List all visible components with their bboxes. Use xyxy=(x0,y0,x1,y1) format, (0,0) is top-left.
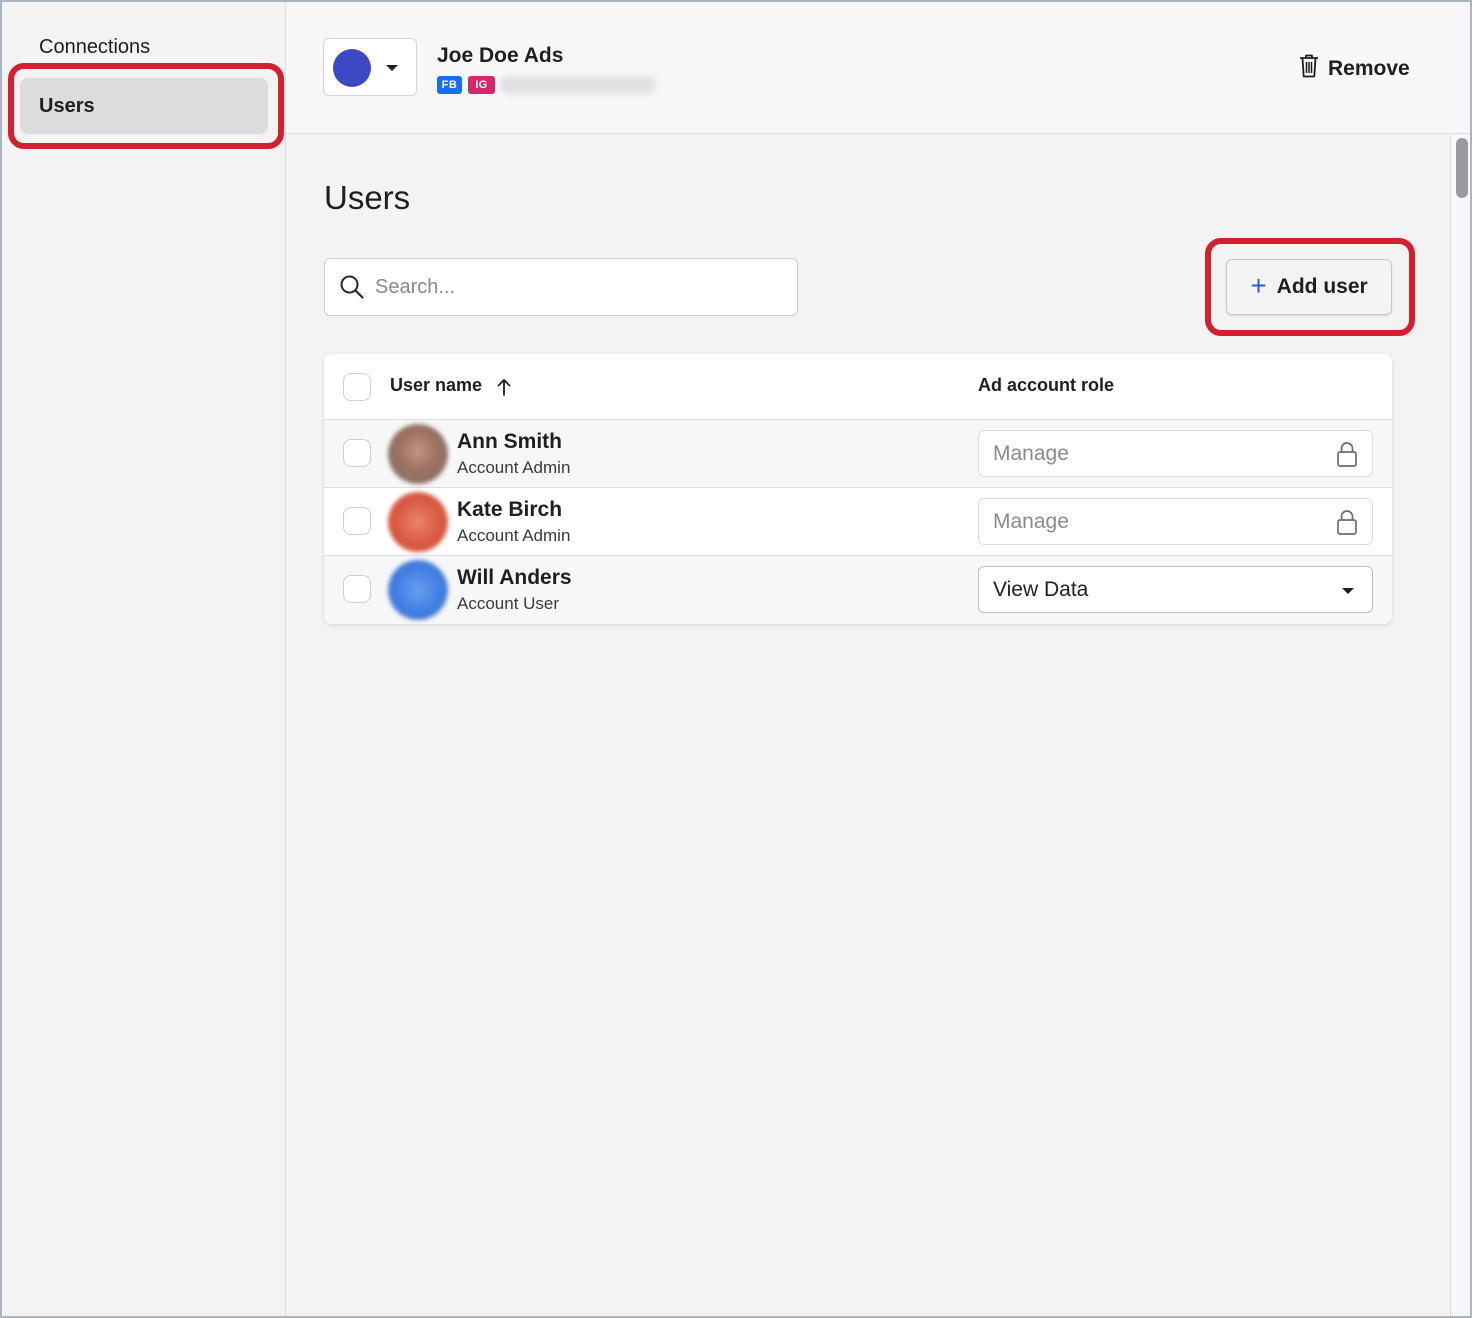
sidebar: Connections Users xyxy=(2,2,286,1316)
row-checkbox[interactable] xyxy=(343,507,371,535)
table-header: User name Ad account role xyxy=(324,354,1392,420)
app-window: Connections Users Joe Doe Ads FB IG Remo… xyxy=(0,0,1472,1318)
user-name: Kate Birch xyxy=(457,498,563,521)
account-name: Joe Doe Ads xyxy=(437,44,564,67)
ad-account-role-dropdown[interactable]: View Data xyxy=(978,566,1373,613)
column-header-ad-account-role: Ad account role xyxy=(978,375,1115,395)
user-name: Ann Smith xyxy=(457,430,562,453)
select-all-checkbox[interactable] xyxy=(343,373,371,401)
account-email-redacted xyxy=(500,76,656,94)
row-checkbox[interactable] xyxy=(343,575,371,603)
sidebar-item-users[interactable]: Users xyxy=(20,78,268,134)
add-user-label: Add user xyxy=(1276,275,1368,298)
search-box[interactable] xyxy=(324,258,798,316)
avatar xyxy=(388,424,448,484)
plus-icon: + xyxy=(1250,269,1267,301)
ad-account-role-field: Manage xyxy=(978,430,1373,477)
facebook-badge: FB xyxy=(437,76,462,94)
remove-label: Remove xyxy=(1328,57,1410,80)
search-icon xyxy=(339,274,365,305)
row-checkbox[interactable] xyxy=(343,439,371,467)
user-account-role: Account Admin xyxy=(457,526,571,545)
lock-icon xyxy=(1336,441,1358,473)
table-row: Ann Smith Account Admin Manage xyxy=(324,420,1392,488)
remove-button[interactable]: Remove xyxy=(1298,52,1410,86)
user-account-role: Account Admin xyxy=(457,458,571,477)
table-row: Will Anders Account User View Data xyxy=(324,556,1392,624)
users-table: User name Ad account role Ann Smith Acco… xyxy=(324,354,1392,624)
ad-account-role-value: Manage xyxy=(993,510,1069,533)
scrollbar-thumb[interactable] xyxy=(1456,138,1468,198)
ad-account-role-field: Manage xyxy=(978,498,1373,545)
main-content: Users + Add user User name xyxy=(286,135,1450,1316)
add-user-button[interactable]: + Add user xyxy=(1226,259,1392,315)
ad-account-role-value: View Data xyxy=(993,578,1089,601)
table-row: Kate Birch Account Admin Manage xyxy=(324,488,1392,556)
instagram-badge: IG xyxy=(468,76,495,94)
scrollbar[interactable] xyxy=(1450,135,1470,1316)
ad-account-role-value: Manage xyxy=(993,442,1069,465)
chevron-down-icon xyxy=(1342,588,1354,594)
avatar xyxy=(388,560,448,620)
trash-icon xyxy=(1298,53,1320,85)
chevron-down-icon xyxy=(386,65,398,71)
avatar xyxy=(388,492,448,552)
user-account-role: Account User xyxy=(457,594,560,613)
user-name: Will Anders xyxy=(457,566,572,589)
account-switcher[interactable] xyxy=(323,38,417,96)
lock-icon xyxy=(1336,509,1358,541)
sort-ascending-icon[interactable] xyxy=(496,378,512,401)
column-header-user-name[interactable]: User name xyxy=(390,375,482,396)
page-title: Users xyxy=(324,179,411,216)
search-input[interactable] xyxy=(375,269,775,305)
account-avatar xyxy=(333,49,371,87)
sidebar-item-connections[interactable]: Connections xyxy=(39,36,150,59)
account-header: Joe Doe Ads FB IG Remove xyxy=(286,2,1470,134)
